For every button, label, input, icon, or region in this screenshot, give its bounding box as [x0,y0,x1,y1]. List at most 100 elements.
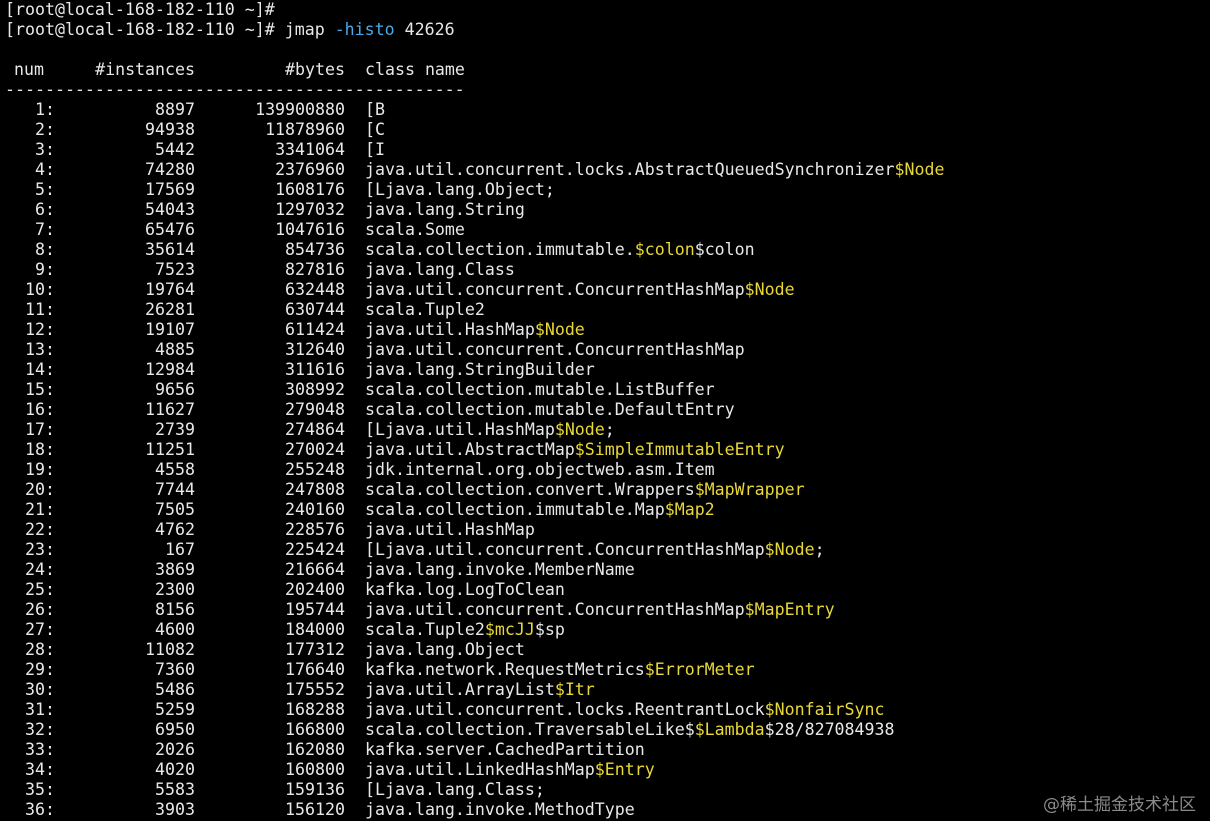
table-row: 15: 9656 308992 scala.collection.mutable.Li… [5,380,1210,400]
class-base: [Ljava.util.HashMap [365,420,555,439]
class-base: java.lang.String [365,200,525,219]
row-class-name: java.lang.invoke.MemberName [345,560,635,580]
class-base: [Ljava.util.concurrent.ConcurrentHashMap [365,540,765,559]
row-num: 19: [25,460,55,479]
table-row: 2: 94938 11878960 [C [5,120,1210,140]
row-bytes: 166800 [285,720,345,739]
row-num: 2: [35,120,55,139]
table-row: 29: 7360 176640 kafka.network.RequestMetric… [5,660,1210,680]
row-num: 29: [25,660,55,679]
row-num: 1: [35,100,55,119]
row-class-name: java.util.ArrayList$Itr [345,680,595,700]
table-row: 34: 4020 160800 java.util.LinkedHashMap$Ent… [5,760,1210,780]
class-base: [B [365,100,385,119]
row-num: 14: [25,360,55,379]
row-class-name: java.util.concurrent.ConcurrentHashMap [345,340,745,360]
table-separator: ----------------------------------------… [5,80,465,99]
class-base: jdk.internal.org.objectweb.asm.Item [365,460,715,479]
row-class-name: java.util.AbstractMap$SimpleImmutableEnt… [345,440,785,460]
row-num: 10: [25,280,55,299]
command-flag: -histo [334,20,395,39]
table-row: 7: 65476 1047616 scala.Some [5,220,1210,240]
class-base: java.util.AbstractMap [365,440,575,459]
row-bytes: 308992 [285,380,345,399]
terminal-window[interactable]: [root@local-168-182-110 ~]# [root@local-… [0,0,1210,821]
table-row: 13: 4885 312640 java.util.concurrent.Concur… [5,340,1210,360]
class-tail: $28/827084938 [764,720,895,739]
row-instances: 65476 [145,220,195,239]
table-header: num #instances #bytes class name [5,60,1210,80]
row-bytes: 274864 [285,420,345,439]
row-class-name: kafka.server.CachedPartition [345,740,645,760]
row-bytes: 162080 [285,740,345,759]
table-row: 36: 3903 156120 java.lang.invoke.MethodType [5,800,1210,820]
row-bytes: 139900880 [255,100,345,119]
row-bytes: 632448 [285,280,345,299]
row-class-name: kafka.network.RequestMetrics$ErrorMeter [345,660,755,680]
row-instances: 7744 [155,480,195,499]
table-row: 17: 2739 274864 [Ljava.util.HashMap$Node; [5,420,1210,440]
table-row: 18: 11251 270024 java.util.AbstractMap$Simp… [5,440,1210,460]
class-inner-suffix: $mcJJ [484,620,535,639]
row-instances: 74280 [145,160,195,179]
prompt-line-2: [root@local-168-182-110 ~]# jmap -histo … [5,20,1210,40]
row-instances: 8156 [155,600,195,619]
row-num: 16: [25,400,55,419]
class-base: kafka.server.CachedPartition [365,740,645,759]
row-bytes: 1297032 [275,200,345,219]
row-bytes: 827816 [285,260,345,279]
class-base: [I [365,140,385,159]
row-num: 5: [35,180,55,199]
class-base: java.util.concurrent.ConcurrentHashMap [365,600,745,619]
table-row: 22: 4762 228576 java.util.HashMap [5,520,1210,540]
class-base: java.util.HashMap [365,520,535,539]
row-instances: 4020 [155,760,195,779]
class-base: scala.collection.immutable. [365,240,635,259]
table-row: 10: 19764 632448 java.util.concurrent.Concu… [5,280,1210,300]
class-base: java.lang.Object [365,640,525,659]
class-tail: ; [604,420,615,439]
row-class-name: java.util.HashMap$Node [345,320,585,340]
row-num: 26: [25,600,55,619]
row-num: 18: [25,440,55,459]
class-base: java.lang.invoke.MemberName [365,560,635,579]
table-row: 14: 12984 311616 java.lang.StringBuilder [5,360,1210,380]
class-inner-suffix: $Lambda [694,720,765,739]
row-bytes: 168288 [285,700,345,719]
row-num: 17: [25,420,55,439]
class-base: java.util.concurrent.ConcurrentHashMap [365,280,745,299]
row-num: 20: [25,480,55,499]
command-name: jmap [284,20,335,39]
class-base: scala.collection.immutable.Map [365,500,665,519]
row-class-name: scala.collection.immutable.$colon$colon [345,240,755,260]
header-num: num [14,60,44,79]
row-class-name: java.util.LinkedHashMap$Entry [345,760,655,780]
table-row: 19: 4558 255248 jdk.internal.org.objectweb.… [5,460,1210,480]
class-inner-suffix: $Itr [554,680,595,699]
table-row: 20: 7744 247808 scala.collection.convert.Wr… [5,480,1210,500]
row-instances: 7523 [155,260,195,279]
table-row: 3: 5442 3341064 [I [5,140,1210,160]
row-num: 3: [35,140,55,159]
class-base: scala.collection.mutable.ListBuffer [365,380,715,399]
header-instances: #instances [95,60,195,79]
row-bytes: 184000 [285,620,345,639]
row-class-name: jdk.internal.org.objectweb.asm.Item [345,460,715,480]
header-bytes: #bytes [285,60,345,79]
table-body: 1: 8897 139900880 [B 2: 94938 11878960 [C 3: 5442… [5,100,1210,820]
class-inner-suffix: $Node [534,320,585,339]
class-base: java.util.concurrent.ConcurrentHashMap [365,340,745,359]
table-row: 16: 11627 279048 scala.collection.mutable.D… [5,400,1210,420]
row-instances: 4885 [155,340,195,359]
class-base: [C [365,120,385,139]
row-bytes: 1608176 [275,180,345,199]
row-instances: 94938 [145,120,195,139]
row-bytes: 270024 [285,440,345,459]
row-class-name: scala.collection.mutable.ListBuffer [345,380,715,400]
row-class-name: scala.collection.convert.Wrappers$MapWra… [345,480,805,500]
table-row: 23: 167 225424 [Ljava.util.concurrent.Concu… [5,540,1210,560]
class-base: java.util.concurrent.locks.AbstractQueue… [365,160,895,179]
class-tail: $sp [534,620,565,639]
row-instances: 167 [165,540,195,559]
row-instances: 7505 [155,500,195,519]
